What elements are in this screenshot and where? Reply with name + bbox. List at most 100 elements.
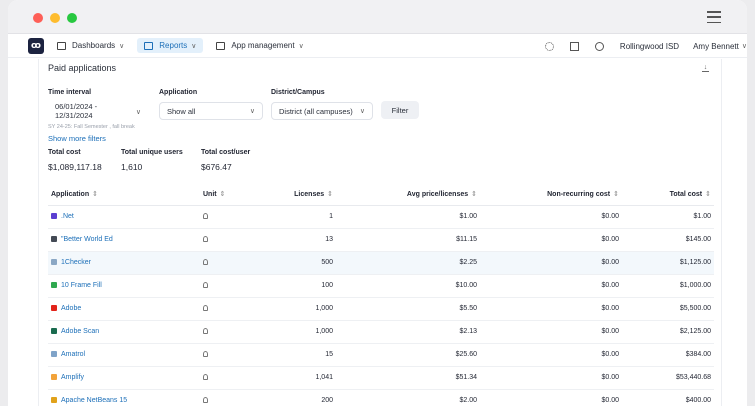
application-name[interactable]: 10 Frame Fill <box>61 282 102 289</box>
minimize-window-button[interactable] <box>50 13 60 23</box>
help-icon[interactable] <box>594 41 604 51</box>
application-cell[interactable]: 10 Frame Fill <box>48 274 200 298</box>
application-value: Show all <box>167 106 196 116</box>
date-start: 06/01/2024 - <box>55 102 98 111</box>
total-cost-cell: $384.00 <box>622 343 714 367</box>
filter-button[interactable]: Filter <box>381 101 419 119</box>
user-icon <box>203 327 208 334</box>
app-logo-icon <box>51 305 57 311</box>
reports-icon <box>144 41 154 50</box>
application-select[interactable]: Show all ∨ <box>159 102 263 120</box>
app-logo-icon <box>51 213 57 219</box>
chevron-down-icon: ∨ <box>191 42 197 50</box>
table-row[interactable]: Adobe Scan 1,000 $2.13 $0.00 $2,125.00 <box>48 320 714 344</box>
table-row[interactable]: .Net 1 $1.00 $0.00 $1.00 <box>48 205 714 229</box>
non-recurring-cost-cell: $0.00 <box>480 274 622 298</box>
column-header-application[interactable]: Application ⇕ <box>48 183 200 206</box>
application-name[interactable]: Adobe Scan <box>61 328 99 335</box>
total-unique-users-label: Total unique users <box>121 149 183 156</box>
column-header-avg-price[interactable]: Avg price/licenses ⇕ <box>336 183 480 206</box>
unit-cell <box>200 228 280 252</box>
sort-icon: ⇕ <box>327 190 333 198</box>
column-header-licenses[interactable]: Licenses ⇕ <box>280 183 336 206</box>
avg-price-cell: $2.25 <box>336 251 480 275</box>
nav-app-management-label: App management <box>231 41 295 50</box>
date-end: 12/31/2024 <box>55 111 93 120</box>
application-name[interactable]: Adobe <box>61 305 81 312</box>
app-management-icon <box>216 41 226 50</box>
application-name[interactable]: .Net <box>61 213 74 220</box>
chevron-down-icon: ∨ <box>135 109 141 116</box>
nav-dashboards[interactable]: Dashboards ∨ <box>50 38 131 53</box>
application-cell[interactable]: Amatrol <box>48 343 200 367</box>
app-logo-icon <box>51 328 57 334</box>
table-row[interactable]: Apache NetBeans 15 200 $2.00 $0.00 $400.00 <box>48 389 714 406</box>
application-cell[interactable]: .Net <box>48 205 200 229</box>
table-row[interactable]: Adobe 1,000 $5.50 $0.00 $5,500.00 <box>48 297 714 321</box>
nav-reports-label: Reports <box>159 41 188 50</box>
nav-app-management[interactable]: App management ∨ <box>209 38 310 53</box>
user-icon <box>203 258 208 265</box>
table-row[interactable]: "Better World Ed 13 $11.15 $0.00 $145.00 <box>48 228 714 252</box>
book-icon[interactable] <box>569 41 579 51</box>
application-name[interactable]: Amplify <box>61 374 84 381</box>
chevron-down-icon[interactable]: ∨ <box>742 42 747 50</box>
app-logo-icon <box>51 351 57 357</box>
application-cell[interactable]: "Better World Ed <box>48 228 200 252</box>
time-interval-select[interactable]: 06/01/2024 - 12/31/2024 ∨ <box>48 100 148 122</box>
sort-icon: ⇕ <box>219 190 226 198</box>
time-interval-label: Time interval <box>48 89 92 96</box>
application-cell[interactable]: Amplify <box>48 366 200 390</box>
avg-price-cell: $51.34 <box>336 366 480 390</box>
app-logo-icon[interactable]: ꝏ <box>28 37 44 54</box>
non-recurring-cost-cell: $0.00 <box>480 366 622 390</box>
column-header-unit[interactable]: Unit ⇕ <box>200 183 280 206</box>
unit-cell <box>200 251 280 275</box>
table-row[interactable]: Amatrol 15 $25.60 $0.00 $384.00 <box>48 343 714 367</box>
sort-icon: ⇕ <box>92 190 98 198</box>
user-icon <box>203 235 208 242</box>
avg-price-cell: $2.13 <box>336 320 480 344</box>
licenses-cell: 1,000 <box>280 297 336 321</box>
total-cost-per-user-label: Total cost/user <box>201 149 251 156</box>
download-icon[interactable]: ↓ <box>702 64 709 72</box>
column-header-non-recurring-cost[interactable]: Non-recurring cost ⇕ <box>480 183 622 206</box>
application-name[interactable]: 1Checker <box>61 259 91 266</box>
menu-icon[interactable] <box>707 11 721 23</box>
user-menu[interactable]: Amy Bennett <box>693 42 739 51</box>
nav-dashboards-label: Dashboards <box>72 41 116 50</box>
application-cell[interactable]: 1Checker <box>48 251 200 275</box>
application-cell[interactable]: Adobe Scan <box>48 320 200 344</box>
district-campus-value: District (all campuses) <box>279 106 353 116</box>
licenses-cell: 1,000 <box>280 320 336 344</box>
licenses-cell: 13 <box>280 228 336 252</box>
application-name[interactable]: Apache NetBeans 15 <box>61 397 127 404</box>
total-cost-label: Total cost <box>48 149 81 156</box>
application-name[interactable]: "Better World Ed <box>61 236 113 243</box>
column-header-total-cost[interactable]: Total cost ⇕ <box>622 183 714 206</box>
close-window-button[interactable] <box>33 13 43 23</box>
chevron-down-icon: ∨ <box>359 108 365 115</box>
app-logo-icon <box>51 282 57 288</box>
non-recurring-cost-cell: $0.00 <box>480 297 622 321</box>
nav-reports[interactable]: Reports ∨ <box>137 38 204 53</box>
table-row[interactable]: 1Checker 500 $2.25 $0.00 $1,125.00 <box>48 251 714 275</box>
table-row[interactable]: 10 Frame Fill 100 $10.00 $0.00 $1,000.00 <box>48 274 714 298</box>
user-icon <box>203 281 208 288</box>
application-cell[interactable]: Apache NetBeans 15 <box>48 389 200 406</box>
maximize-window-button[interactable] <box>67 13 77 23</box>
avg-price-cell: $11.15 <box>336 228 480 252</box>
total-unique-users-value: 1,610 <box>121 162 143 172</box>
show-more-filters-link[interactable]: Show more filters <box>48 134 106 143</box>
application-name[interactable]: Amatrol <box>61 351 85 358</box>
avg-price-cell: $5.50 <box>336 297 480 321</box>
application-cell[interactable]: Adobe <box>48 297 200 321</box>
table-row[interactable]: Amplify 1,041 $51.34 $0.00 $53,440.68 <box>48 366 714 390</box>
sort-icon: ⇕ <box>613 190 619 198</box>
non-recurring-cost-cell: $0.00 <box>480 251 622 275</box>
district-campus-select[interactable]: District (all campuses) ∨ <box>271 102 373 120</box>
user-icon <box>203 304 208 311</box>
settings-gear-icon[interactable] <box>544 41 554 51</box>
school-year-note: SY 24-25: Fall Semester , fall break <box>48 124 135 130</box>
district-name[interactable]: Rollingwood ISD <box>620 42 679 51</box>
